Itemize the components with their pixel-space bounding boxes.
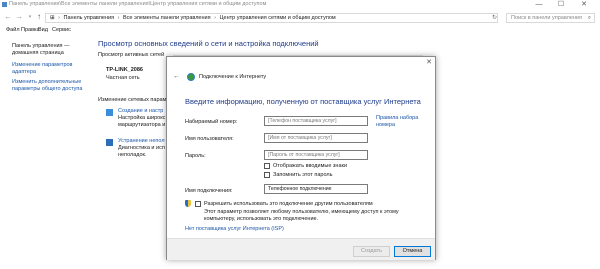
minimize-button[interactable]: — [530,0,548,9]
dialing-rules-line: номера [376,121,396,128]
allow-others-checkbox[interactable] [195,201,201,207]
task-desc-line: Настройка широкс [118,115,166,121]
address-bar-row: ← → ▾ ↑ ⊞ › Панель управления › Все элем… [0,10,600,25]
phone-number-field[interactable]: [Телефон поставщика услуг] [264,116,368,126]
task-new-connection-link[interactable]: Создание и настр [118,108,163,114]
troubleshoot-icon [106,139,113,146]
username-label: Имя пользователя: [185,136,234,142]
menu-view[interactable]: Вид [38,27,48,33]
breadcrumb-separator: › [117,15,120,21]
control-panel-root-icon: ⊞ [50,15,55,21]
task-desc-line: неполадок. [118,151,147,158]
breadcrumb-all-items[interactable]: Все элементы панели управления [123,15,211,21]
connect-internet-dialog: ✕ ← Подключение к Интернету Введите инфо… [166,56,436,260]
menu-tools[interactable]: Сервис [52,27,71,33]
task-troubleshoot-desc: Диагностика и исп неполадок. [118,145,165,158]
uac-shield-icon [185,200,191,207]
connection-name-field[interactable]: Телефонное подключение [264,184,368,194]
sidebar-home-line2: домашняя страница [12,49,64,56]
network-name: TP-LINK_2086 [106,67,143,73]
new-connection-icon [106,109,113,116]
window-title: Панель управления\Все элементы панели уп… [9,1,267,7]
sidebar-home-link[interactable]: Панель управления — домашняя страница [12,43,70,56]
sidebar: Панель управления — домашняя страница Из… [0,37,88,269]
allow-others-label[interactable]: Разрешить использовать это подключение д… [204,201,373,207]
dialog-titlebar: ✕ [167,57,435,68]
address-field[interactable]: ⊞ › Панель управления › Все элементы пан… [45,13,498,23]
network-type: Частная сеть [106,75,140,81]
task-troubleshoot-link[interactable]: Устранение непол [118,138,165,144]
dialog-title: Подключение к Интернету [199,74,267,80]
username-field[interactable]: [Имя от поставщика услуг] [264,133,368,143]
window-titlebar: Панель управления\Все элементы панели уп… [0,0,600,9]
dialog-heading: Введите информацию, полученную от постав… [185,97,421,106]
search-placeholder: Поиск в панели управления [511,15,582,21]
dialing-rules-link[interactable]: Правила набора номера [376,115,418,128]
task-desc-line: Диагностика и исп [118,145,165,151]
remember-password-label[interactable]: Запомнить этот пароль [273,172,332,178]
task-new-connection-desc: Настройка широкс маршрутизатора и [118,115,165,128]
breadcrumb-control-panel[interactable]: Панель управления [64,15,115,21]
create-button[interactable]: Создать [353,246,390,257]
connection-name-label: Имя подключения: [185,188,233,194]
phone-label: Набираемый номер: [185,119,238,125]
refresh-icon[interactable]: ↻ [492,14,498,22]
remember-password-checkbox[interactable] [264,172,270,178]
task-desc-line: маршрутизатора и [118,121,166,128]
note-line: компьютеру, использовать это подключение… [204,215,319,222]
menu-edit[interactable]: Правка [21,27,40,33]
dialog-footer: Создать Отмена [167,238,435,260]
menu-file[interactable]: Файл [6,27,20,33]
allow-others-note: Этот параметр позволяет любому пользоват… [204,209,399,222]
search-icon[interactable]: ⌕ [588,14,591,22]
close-button[interactable]: ✕ [575,0,593,9]
breadcrumb-separator: › [58,15,60,21]
maximize-button[interactable]: ☐ [552,0,570,9]
page-title: Просмотр основных сведений о сети и наст… [98,39,319,48]
sidebar-item-label: параметры общего доступа [12,85,83,92]
password-label: Пароль: [185,153,206,159]
section-change-settings: Изменение сетевых парамет [98,97,172,103]
breadcrumb-separator: › [214,15,216,21]
back-arrow-icon[interactable]: ← [3,12,13,22]
sidebar-item-label: Изменить дополнительные [12,79,82,85]
dialog-back-arrow-icon[interactable]: ← [173,73,180,80]
no-isp-link[interactable]: Нет поставщика услуг Интернета (ISP) [185,226,284,232]
globe-icon [187,73,195,81]
control-panel-icon [2,2,7,7]
show-characters-checkbox[interactable] [264,163,270,169]
password-field[interactable]: [Пароль от поставщика услуг] [264,150,368,160]
dialog-header: ← Подключение к Интернету [167,71,435,83]
cancel-button[interactable]: Отмена [394,246,431,257]
sidebar-item-adapter-settings[interactable]: Изменение параметров адаптера [12,62,72,75]
up-arrow-icon[interactable]: ↑ [34,12,44,22]
show-characters-label[interactable]: Отображать вводимые знаки [273,163,347,169]
forward-arrow-icon[interactable]: → [14,12,24,22]
dialing-rules-line: Правила набора [376,115,419,121]
sidebar-home-line1: Панель управления — [12,43,70,49]
sidebar-item-sharing-settings[interactable]: Изменить дополнительные параметры общего… [12,79,82,92]
dialog-close-icon[interactable]: ✕ [426,58,432,66]
note-line: Этот параметр позволяет любому пользоват… [204,209,399,215]
sidebar-item-label: адаптера [12,68,36,75]
breadcrumb-network-center[interactable]: Центр управления сетями и общим доступом [219,15,335,21]
sidebar-item-label: Изменение параметров [12,62,73,68]
search-input[interactable]: Поиск в панели управления ⌕ [506,13,595,23]
section-active-networks: Просмотр активных сетей [98,52,165,58]
menu-bar: Файл Правка Вид Сервис [0,26,600,36]
